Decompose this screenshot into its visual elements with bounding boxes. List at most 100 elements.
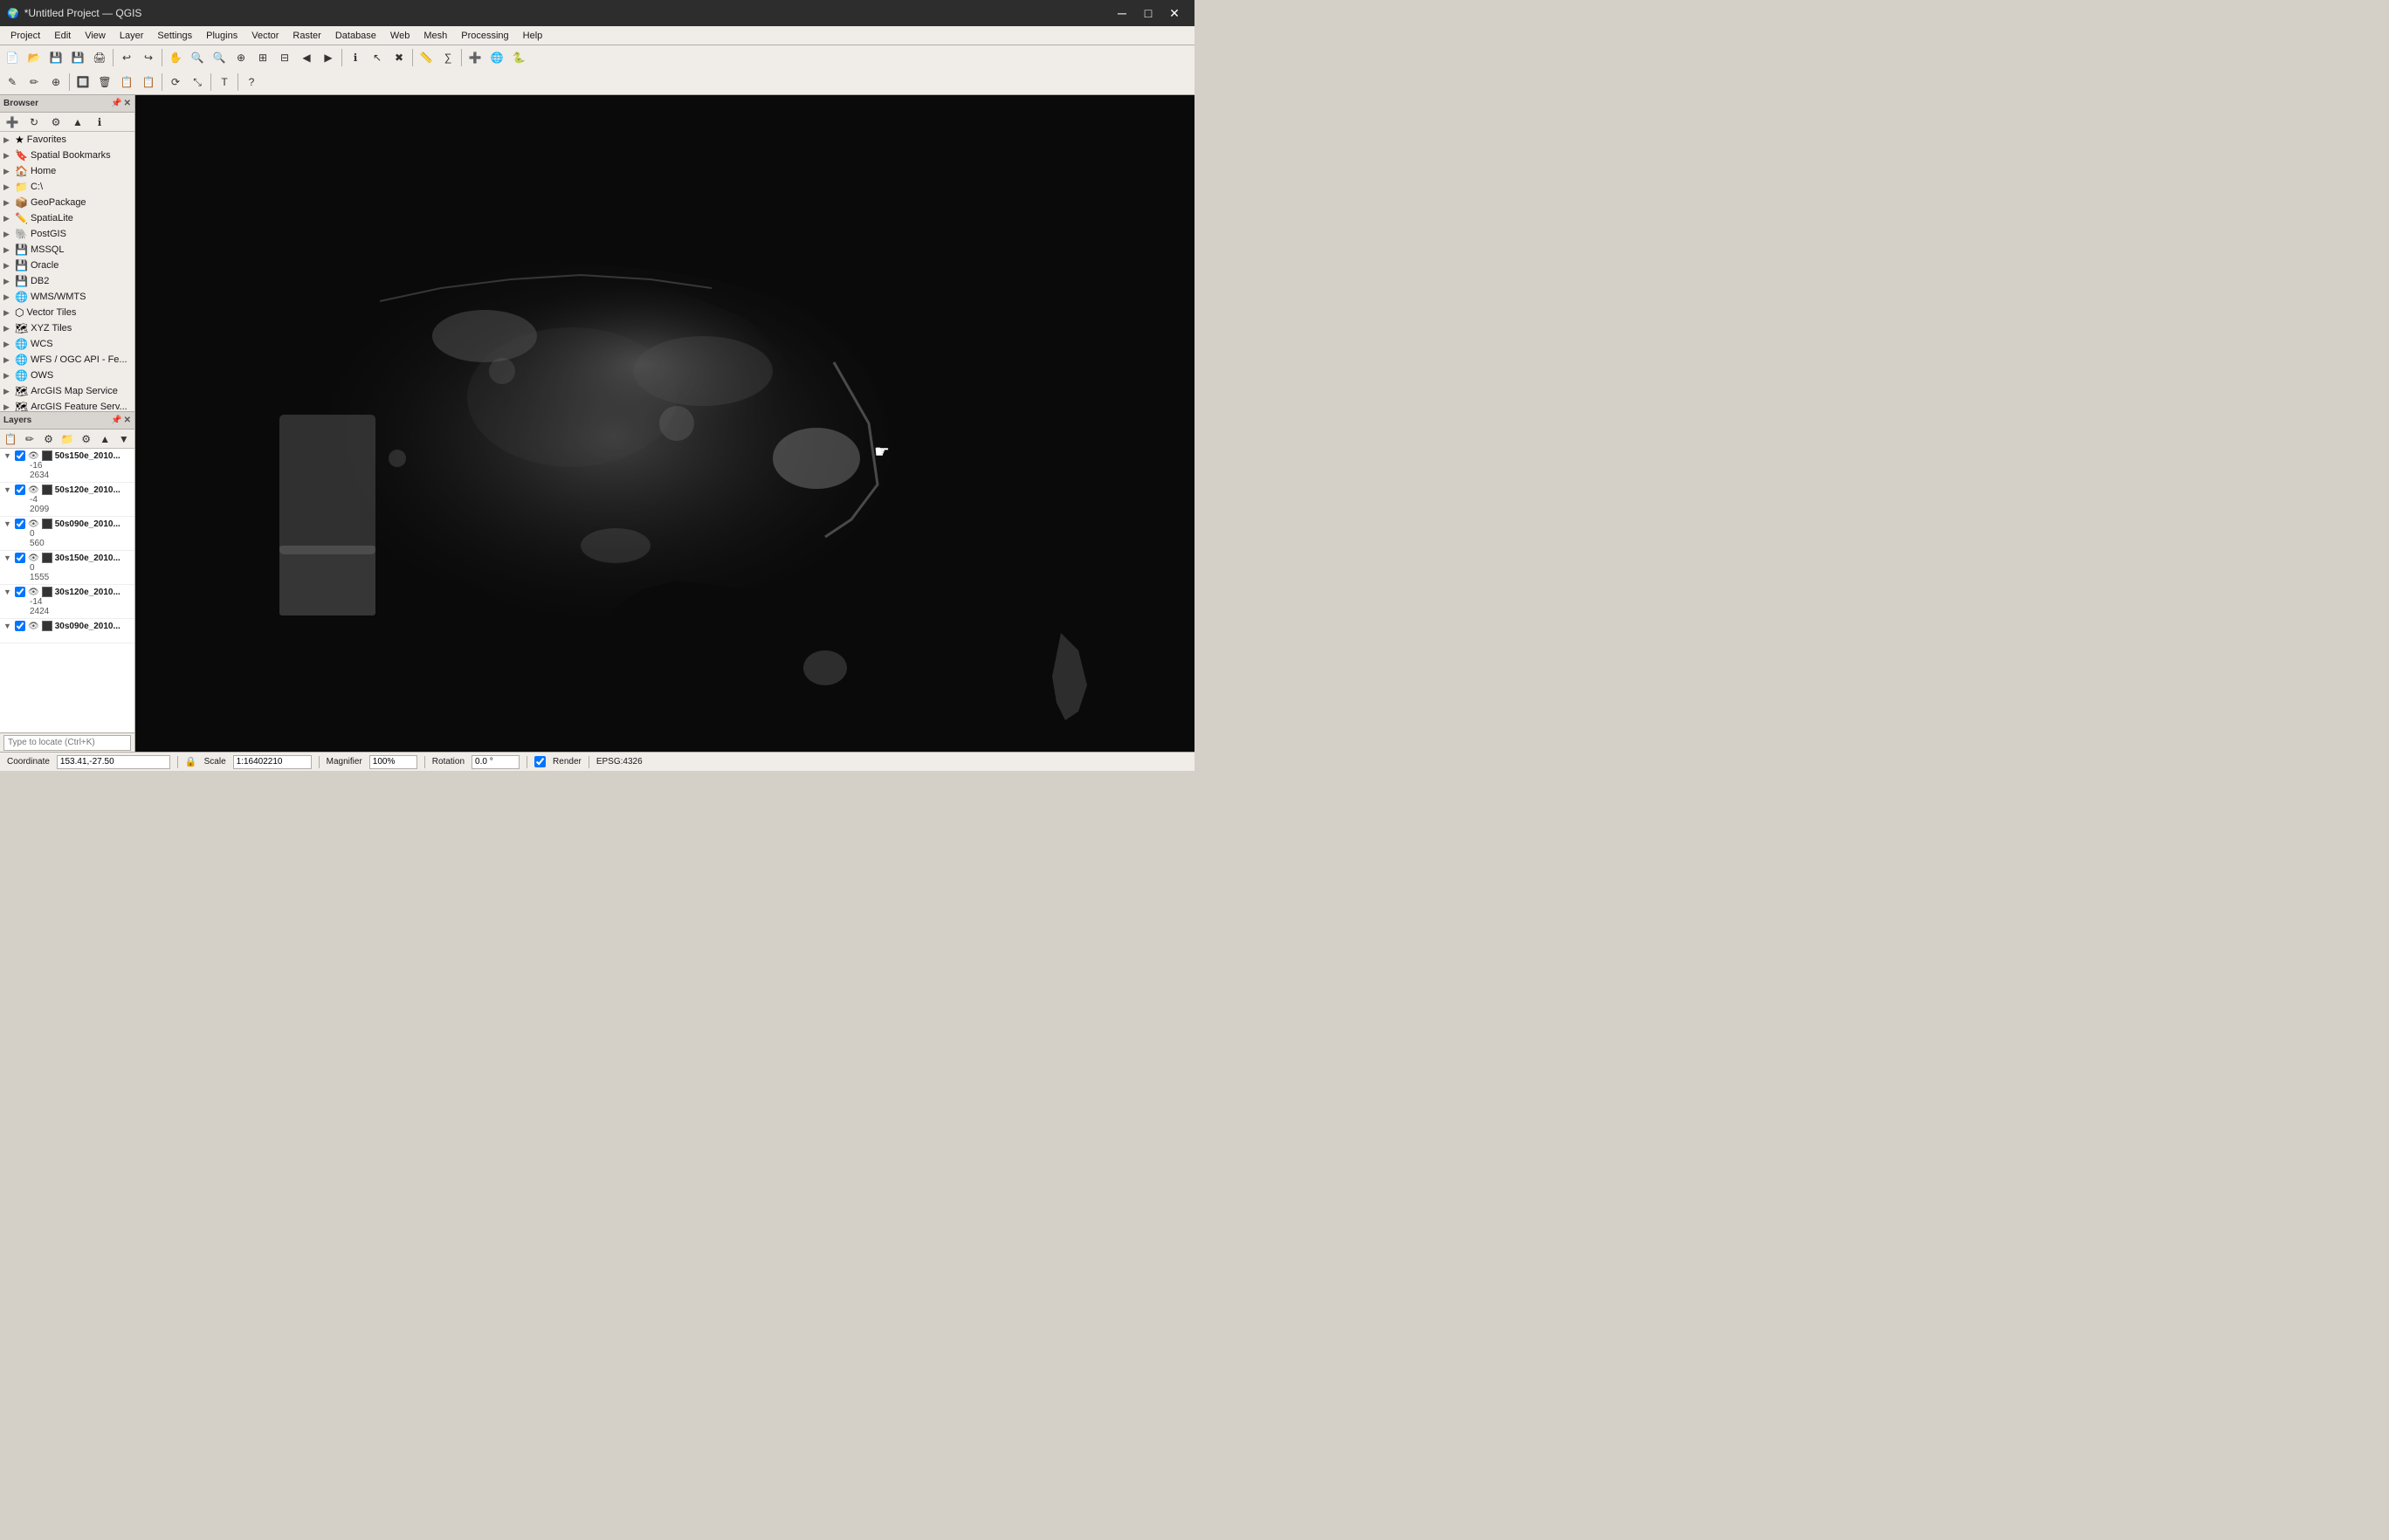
layer-checkbox-0[interactable]	[15, 450, 25, 461]
browser-item-2[interactable]: ▶🏠Home	[0, 163, 134, 179]
map-area[interactable]: ☛	[135, 95, 1194, 752]
status-epsg[interactable]: EPSG:4326	[596, 757, 643, 767]
browser-pin-icon[interactable]: 📌	[111, 99, 121, 108]
delete-feature-btn[interactable]: 🗑	[94, 72, 115, 93]
layer-item-1[interactable]: ▼👁50s120e_2010...-4 2099	[0, 483, 134, 517]
layer-checkbox-5[interactable]	[15, 621, 25, 631]
browser-item-11[interactable]: ▶⬡Vector Tiles	[0, 305, 134, 320]
browser-item-7[interactable]: ▶💾MSSQL	[0, 242, 134, 258]
browser-item-10[interactable]: ▶🌐WMS/WMTS	[0, 289, 134, 305]
layer-checkbox-4[interactable]	[15, 587, 25, 597]
deselect-btn[interactable]: ✖	[389, 47, 410, 68]
status-render-checkbox[interactable]	[534, 756, 546, 767]
zoom-in-btn[interactable]: 🔍	[187, 47, 208, 68]
status-rotation-input[interactable]	[472, 755, 520, 769]
open-project-btn[interactable]: 📂	[24, 47, 45, 68]
browser-close-icon[interactable]: ✕	[124, 99, 131, 108]
layer-item-4[interactable]: ▼👁30s120e_2010...-14 2424	[0, 585, 134, 619]
browser-item-13[interactable]: ▶🌐WCS	[0, 336, 134, 352]
layers-manage-btn[interactable]: ⚙	[77, 429, 95, 450]
layer-item-2[interactable]: ▼👁50s090e_2010...0 560	[0, 517, 134, 551]
layer-checkbox-1[interactable]	[15, 485, 25, 495]
print-btn[interactable]: 🖨	[89, 47, 110, 68]
layers-close-icon[interactable]: ✕	[124, 416, 131, 425]
maximize-button[interactable]: □	[1135, 0, 1161, 26]
python-btn[interactable]: 🐍	[508, 47, 529, 68]
redo-btn[interactable]: ↪	[138, 47, 159, 68]
menu-item-plugins[interactable]: Plugins	[199, 29, 244, 43]
browser-item-8[interactable]: ▶💾Oracle	[0, 258, 134, 273]
layers-pin-icon[interactable]: 📌	[111, 416, 121, 425]
menu-item-layer[interactable]: Layer	[113, 29, 151, 43]
wms-btn[interactable]: 🌐	[486, 47, 507, 68]
browser-refresh-btn[interactable]: ↻	[24, 112, 45, 133]
layer-item-3[interactable]: ▼👁30s150e_2010...0 1555	[0, 551, 134, 585]
rotate-btn[interactable]: ⟳	[165, 72, 186, 93]
browser-item-5[interactable]: ▶✏️SpatiaLite	[0, 210, 134, 226]
layer-eye-3[interactable]: 👁	[28, 553, 39, 563]
status-magnifier-input[interactable]	[369, 755, 417, 769]
layer-eye-2[interactable]: 👁	[28, 519, 39, 529]
layer-item-5[interactable]: ▼👁30s090e_2010...	[0, 619, 134, 643]
layer-eye-1[interactable]: 👁	[28, 485, 39, 495]
browser-add-btn[interactable]: ➕	[2, 112, 23, 133]
browser-item-16[interactable]: ▶🗺ArcGIS Map Service	[0, 383, 134, 399]
layers-filter-btn[interactable]: ⚙	[39, 429, 58, 450]
save-project-btn[interactable]: 💾	[45, 47, 66, 68]
browser-info-btn[interactable]: ℹ	[89, 112, 110, 133]
layers-move-up-btn[interactable]: ▲	[96, 429, 114, 450]
save-as-btn[interactable]: 💾	[67, 47, 88, 68]
layer-checkbox-3[interactable]	[15, 553, 25, 563]
identify-btn[interactable]: ℹ	[345, 47, 366, 68]
scale-btn[interactable]: ⤡	[187, 72, 208, 93]
browser-item-3[interactable]: ▶📁C:\	[0, 179, 134, 195]
undo-btn[interactable]: ↩	[116, 47, 137, 68]
menu-item-web[interactable]: Web	[383, 29, 417, 43]
menu-item-processing[interactable]: Processing	[454, 29, 515, 43]
browser-item-17[interactable]: ▶🗺ArcGIS Feature Serv...	[0, 399, 134, 411]
snap-btn[interactable]: 🔲	[72, 72, 93, 93]
pan-btn[interactable]: ✋	[165, 47, 186, 68]
browser-item-0[interactable]: ▶★Favorites	[0, 132, 134, 148]
layer-eye-4[interactable]: 👁	[28, 588, 39, 597]
field-calc-btn[interactable]: ∑	[437, 47, 458, 68]
select-btn[interactable]: ↖	[367, 47, 388, 68]
browser-item-4[interactable]: ▶📦GeoPackage	[0, 195, 134, 210]
menu-item-help[interactable]: Help	[516, 29, 550, 43]
layer-checkbox-2[interactable]	[15, 519, 25, 529]
edit-btn[interactable]: ✏	[24, 72, 45, 93]
browser-item-1[interactable]: ▶🔖Spatial Bookmarks	[0, 148, 134, 163]
zoom-last-btn[interactable]: ◀	[296, 47, 317, 68]
layers-move-down-btn[interactable]: ▼	[114, 429, 133, 450]
browser-item-6[interactable]: ▶🐘PostGIS	[0, 226, 134, 242]
status-coordinate-input[interactable]	[57, 755, 170, 769]
status-scale-input[interactable]	[233, 755, 312, 769]
browser-item-14[interactable]: ▶🌐WFS / OGC API - Fe...	[0, 352, 134, 368]
copy-feature-btn[interactable]: 📋	[116, 72, 137, 93]
layers-add-group-btn[interactable]: 📁	[59, 429, 77, 450]
menu-item-raster[interactable]: Raster	[286, 29, 327, 43]
browser-item-9[interactable]: ▶💾DB2	[0, 273, 134, 289]
label-btn[interactable]: T	[214, 72, 235, 93]
zoom-full-btn[interactable]: ⊕	[231, 47, 251, 68]
browser-collapse-btn[interactable]: ▲	[67, 112, 88, 133]
paste-feature-btn[interactable]: 📋	[138, 72, 159, 93]
zoom-out-btn[interactable]: 🔍	[209, 47, 230, 68]
zoom-next-btn[interactable]: ▶	[318, 47, 339, 68]
layers-edit-btn[interactable]: ✏	[21, 429, 39, 450]
zoom-layer-btn[interactable]: ⊟	[274, 47, 295, 68]
layer-eye-5[interactable]: 👁	[28, 622, 39, 631]
add-layer-btn[interactable]: ➕	[465, 47, 485, 68]
menu-item-mesh[interactable]: Mesh	[417, 29, 454, 43]
menu-item-view[interactable]: View	[78, 29, 113, 43]
move-feature-btn[interactable]: ⊕	[45, 72, 66, 93]
layer-item-0[interactable]: ▼👁50s150e_2010...-16 2634	[0, 449, 134, 483]
menu-item-database[interactable]: Database	[328, 29, 383, 43]
locate-input[interactable]	[3, 735, 131, 751]
minimize-button[interactable]: ─	[1109, 0, 1135, 26]
close-button[interactable]: ✕	[1161, 0, 1188, 26]
browser-item-15[interactable]: ▶🌐OWS	[0, 368, 134, 383]
browser-item-12[interactable]: ▶🗺XYZ Tiles	[0, 320, 134, 336]
zoom-selection-btn[interactable]: ⊞	[252, 47, 273, 68]
menu-item-edit[interactable]: Edit	[47, 29, 78, 43]
